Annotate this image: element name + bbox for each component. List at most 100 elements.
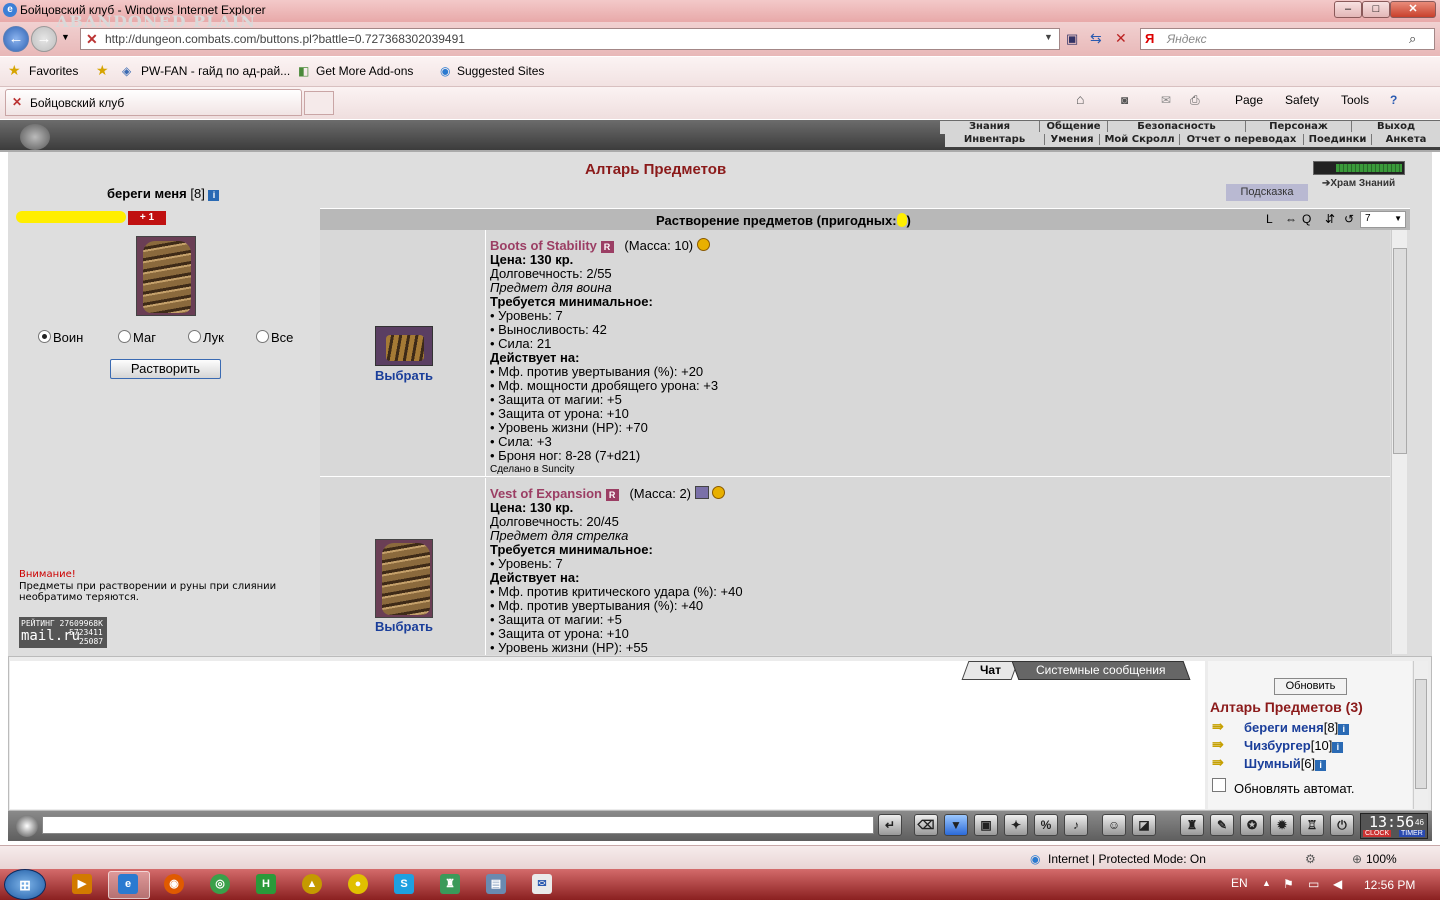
menu-obshchenie[interactable]: Общение xyxy=(1040,121,1108,132)
items-scrollbar[interactable] xyxy=(1391,230,1407,654)
mail-icon[interactable]: ✉ xyxy=(1161,93,1171,107)
volume-icon[interactable]: ◀ xyxy=(1333,877,1342,891)
private-arrow-icon[interactable]: ⇛ xyxy=(1212,737,1232,751)
tray-clock[interactable]: 12:56 PM xyxy=(1364,878,1415,892)
menu-moy-skroll[interactable]: Мой Скролл xyxy=(1100,134,1180,145)
stop-icon[interactable]: ✕ xyxy=(1115,30,1127,47)
scroll-icon[interactable]: ✎ xyxy=(1210,814,1234,836)
app-tower-icon[interactable]: ♜ xyxy=(440,874,460,894)
item-name[interactable]: Vest of Expansion xyxy=(490,486,602,501)
app-chat-icon[interactable]: ✉ xyxy=(532,874,552,894)
ie-taskbar-icon[interactable]: e xyxy=(118,874,138,894)
bag-icon[interactable]: ♜ xyxy=(1180,814,1204,836)
compat-view-icon[interactable]: ▣ xyxy=(1066,31,1078,47)
vest-item-image[interactable] xyxy=(375,539,433,618)
dissolve-button[interactable]: Растворить xyxy=(110,359,221,379)
info-icon[interactable]: i xyxy=(1315,760,1327,771)
menu-znaniya[interactable]: Знания xyxy=(940,121,1040,132)
fav-link-suggested[interactable]: Suggested Sites xyxy=(457,64,544,78)
private-arrow-icon[interactable]: ⇛ xyxy=(1212,755,1232,769)
info-icon[interactable]: i xyxy=(1332,742,1344,753)
menu-vyhod[interactable]: Выход xyxy=(1352,121,1440,132)
clear-icon[interactable]: ⌫ xyxy=(914,814,938,836)
app-ball-icon[interactable]: ● xyxy=(348,874,368,894)
private-arrow-icon[interactable]: ⇛ xyxy=(1212,719,1232,733)
radio-mag[interactable]: Маг xyxy=(118,330,156,345)
skype-icon[interactable]: S xyxy=(394,874,414,894)
sound-icon[interactable]: ♪ xyxy=(1064,814,1088,836)
browser-tab[interactable]: ✕ Бойцовский клуб xyxy=(5,89,302,116)
home-icon[interactable]: ⌂ xyxy=(1076,91,1084,107)
boots-item-image[interactable] xyxy=(375,326,433,366)
network-icon[interactable]: ▭ xyxy=(1308,877,1319,891)
chat-input[interactable] xyxy=(42,816,874,834)
back-button[interactable]: ← xyxy=(3,26,29,52)
auto-refresh-checkbox[interactable] xyxy=(1212,778,1226,792)
sort-order-icon[interactable]: ⇵ xyxy=(1325,212,1335,226)
item-name[interactable]: Boots of Stability xyxy=(490,238,597,253)
menu-personazh[interactable]: Персонаж xyxy=(1246,121,1352,132)
chrome-icon[interactable]: ◎ xyxy=(210,874,230,894)
sort-quality-icon[interactable]: Q xyxy=(1302,212,1311,226)
fav-link-pwfan[interactable]: PW-FAN - гайд по ад-рай... xyxy=(141,64,290,78)
room-scrollbar[interactable] xyxy=(1413,661,1428,809)
app-triangle-icon[interactable]: ▲ xyxy=(302,874,322,894)
minimize-button[interactable]: – xyxy=(1334,1,1362,18)
info-icon[interactable]: i xyxy=(1338,724,1350,735)
address-bar[interactable]: ✕ http://dungeon.combats.com/buttons.pl?… xyxy=(80,28,1060,50)
start-button[interactable]: ⊞ xyxy=(4,869,46,900)
scrollbar-thumb[interactable] xyxy=(1393,248,1407,454)
room-user[interactable]: Чизбургер[10] i xyxy=(1244,738,1344,753)
hint-button[interactable]: Подсказка xyxy=(1226,184,1308,201)
ratio-icon[interactable]: % xyxy=(1034,814,1058,836)
feeds-icon[interactable]: ◙ xyxy=(1121,93,1128,107)
zone-text[interactable]: Internet | Protected Mode: On xyxy=(1048,852,1206,866)
refresh-icon[interactable]: ⇆ xyxy=(1090,30,1102,47)
filter-icon[interactable]: ▼ xyxy=(944,814,968,836)
new-tab-button[interactable] xyxy=(304,91,334,115)
room-user[interactable]: береги меня[8] i xyxy=(1244,720,1350,735)
flag-icon[interactable]: ⚑ xyxy=(1283,877,1294,891)
favorites-button[interactable]: Favorites xyxy=(29,64,78,78)
app-window-icon[interactable]: ▤ xyxy=(486,874,506,894)
send-icon[interactable]: ↵ xyxy=(878,814,902,836)
sort-level-icon[interactable]: L xyxy=(1266,212,1273,226)
menu-inventar[interactable]: Инвентарь xyxy=(945,134,1045,145)
save-icon[interactable]: ▣ xyxy=(974,814,998,836)
maximize-button[interactable]: □ xyxy=(1362,1,1390,18)
radio-vse[interactable]: Все xyxy=(256,330,293,345)
exit-icon[interactable]: ⏻ xyxy=(1330,814,1354,836)
search-icon[interactable]: ⌕ xyxy=(1409,31,1416,47)
menu-page[interactable]: Page xyxy=(1235,93,1263,107)
castle-icon[interactable]: ♖ xyxy=(1300,814,1324,836)
fav-link-addons[interactable]: Get More Add-ons xyxy=(316,64,413,78)
stats-icon[interactable]: ◪ xyxy=(1132,814,1156,836)
forward-button[interactable]: → xyxy=(31,26,57,52)
menu-otchet[interactable]: Отчет о переводах xyxy=(1180,134,1304,145)
tab-chat[interactable]: Чат xyxy=(961,661,1019,680)
sort-width-icon[interactable]: ⇔ xyxy=(1285,212,1297,226)
language-indicator[interactable]: EN xyxy=(1231,876,1248,890)
menu-umeniya[interactable]: Умения xyxy=(1045,134,1100,145)
smile-icon[interactable]: ☺ xyxy=(1102,814,1126,836)
reload-icon[interactable]: ↺ xyxy=(1344,212,1354,226)
tray-arrow-icon[interactable]: ▲ xyxy=(1262,878,1271,888)
menu-poedinki[interactable]: Поединки xyxy=(1304,134,1372,145)
scrollbar-thumb[interactable] xyxy=(1415,679,1427,789)
add-favorite-icon[interactable]: ★ xyxy=(96,62,109,79)
gear-icon[interactable]: ✹ xyxy=(1270,814,1294,836)
select-item-button[interactable]: Выбрать xyxy=(375,368,433,383)
security-icon[interactable]: ⚙ xyxy=(1305,852,1316,866)
print-icon[interactable]: ⎙ xyxy=(1190,93,1200,108)
mailru-rating-counter[interactable]: РЕЙТИНГ 27609968K mail.ru 5723411 25087 xyxy=(19,617,107,648)
history-dropdown-icon[interactable]: ▼ xyxy=(61,32,70,42)
hram-link[interactable]: ➔Храм Знаний xyxy=(1322,178,1395,189)
close-button[interactable]: ✕ xyxy=(1390,1,1436,18)
menu-tools[interactable]: Tools xyxy=(1341,93,1369,107)
select-item-button[interactable]: Выбрать xyxy=(375,619,433,634)
menu-bezopasnost[interactable]: Безопасность xyxy=(1108,121,1246,132)
menu-safety[interactable]: Safety xyxy=(1285,93,1319,107)
radio-luk[interactable]: Лук xyxy=(188,330,224,345)
room-user[interactable]: Шумный[6] i xyxy=(1244,756,1327,771)
help-icon[interactable]: ? xyxy=(1390,93,1397,107)
